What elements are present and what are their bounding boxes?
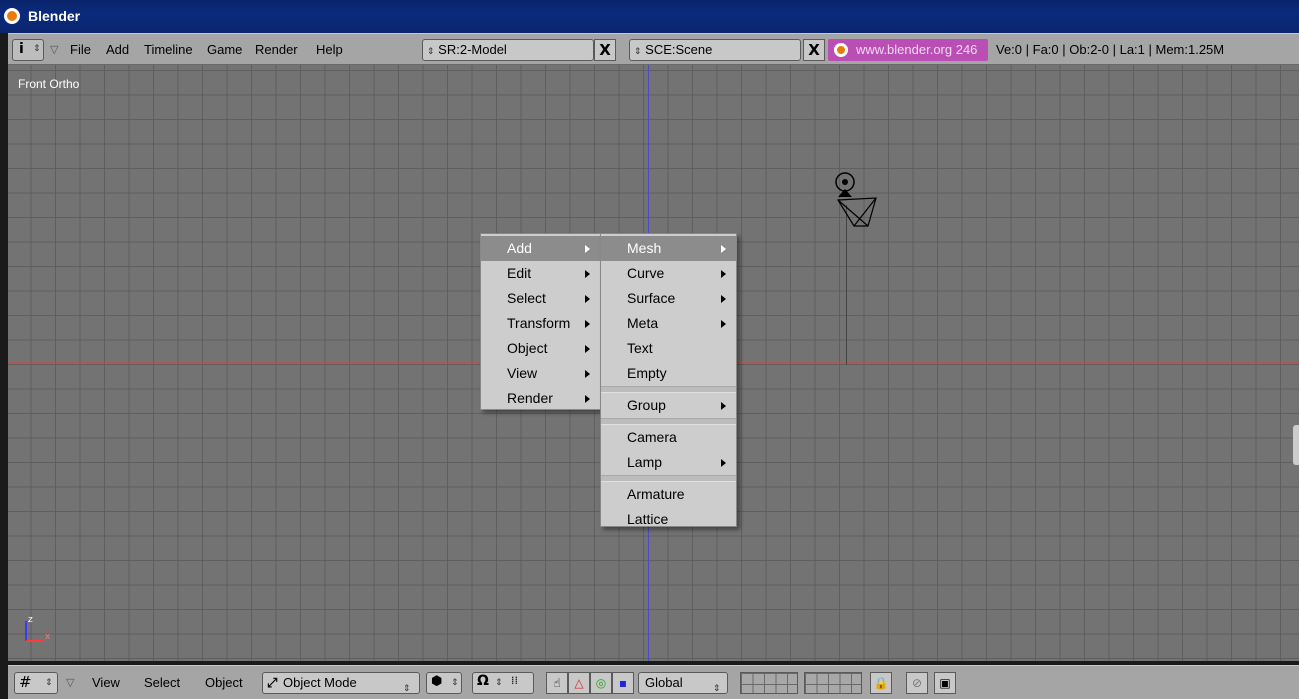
submenu-arrow-icon [585,295,590,303]
layer-buttons-group1[interactable] [740,672,798,694]
menu-select[interactable]: Select [144,672,180,694]
add-item-empty[interactable]: Empty [601,361,736,386]
updown-icon: ⇕ [45,678,53,688]
updown-icon: ⇕ [713,683,721,693]
menu-view[interactable]: View [92,672,120,694]
window-title: Blender [28,8,81,24]
menu-help[interactable]: Help [316,39,343,61]
submenu-arrow-icon [721,245,726,253]
updown-icon: ⇕ [403,683,411,693]
axis-x-label: x [45,632,51,642]
object-mode-icon: ⤢ [267,675,278,690]
toolbox-item-add[interactable]: Add [481,236,600,261]
view-label: Front Ortho [18,77,80,91]
add-item-group[interactable]: Group [601,393,736,418]
submenu-arrow-icon [585,320,590,328]
blender-url-link[interactable]: www.blender.org 246 [828,39,988,61]
editor-type-button[interactable]: # ⇕ [14,672,58,694]
window-titlebar: Blender [0,0,1299,33]
submenu-arrow-icon [721,320,726,328]
menu-file[interactable]: File [70,39,91,61]
collapse-triangle-icon[interactable]: ▽ [66,672,74,694]
add-item-armature[interactable]: Armature [601,482,736,507]
orientation-selector[interactable]: Global ⇕ [638,672,728,694]
add-item-lattice[interactable]: Lattice [601,507,736,532]
submenu-arrow-icon [585,345,590,353]
camera-object-icon[interactable] [830,170,880,232]
editor-type-button[interactable]: i ⇕ [12,39,44,61]
add-item-curve[interactable]: Curve [601,261,736,286]
menu-game[interactable]: Game [207,39,242,61]
scene-selector[interactable]: ⇕ SCE:Scene [629,39,801,61]
add-item-text[interactable]: Text [601,336,736,361]
pivot-button[interactable]: Ω ⇕ ⁞⁞ [472,672,534,694]
updown-icon: ⇕ [427,46,435,56]
blender-logo-icon [834,43,848,57]
add-item-surface[interactable]: Surface [601,286,736,311]
toolbox-item-select[interactable]: Select [481,286,600,311]
menu-render[interactable]: Render [255,39,298,61]
pivot-points-icon: ⁞⁞ [511,674,518,687]
submenu-arrow-icon [585,395,590,403]
add-item-camera[interactable]: Camera [601,425,736,450]
pivot-icon: Ω [477,673,489,689]
submenu-arrow-icon [721,295,726,303]
submenu-arrow-icon [721,459,726,467]
menu-separator [601,475,736,482]
top-header: i ⇕ ▽ File Add Timeline Game Render Help… [8,33,1299,65]
layer-buttons-group2[interactable] [804,672,862,694]
link-icon[interactable]: ⊘ [906,672,928,694]
scale-manipulator-icon[interactable]: ▪ [612,672,634,694]
menu-add[interactable]: Add [106,39,129,61]
toolbox-item-transform[interactable]: Transform [481,311,600,336]
screen-selector[interactable]: ⇕ SR:2-Model [422,39,594,61]
updown-icon: ⇕ [634,46,642,56]
scene-stats: Ve:0 | Fa:0 | Ob:2-0 | La:1 | Mem:1.25M [996,42,1225,57]
hand-transform-icon[interactable]: ☝ [546,672,568,694]
draw-type-button[interactable]: ⬢ ⇕ [426,672,462,694]
submenu-arrow-icon [585,270,590,278]
add-item-mesh[interactable]: Mesh [601,236,736,261]
cube-draw-icon: ⬢ [431,674,443,689]
blender-logo-icon [4,8,20,24]
axis-z-label: z [28,615,33,625]
rotate-manipulator-icon[interactable]: ◎ [590,672,612,694]
add-item-lamp[interactable]: Lamp [601,450,736,475]
submenu-arrow-icon [721,270,726,278]
delete-scene-button[interactable]: X [803,39,825,61]
menu-separator [601,386,736,393]
menu-object[interactable]: Object [205,672,243,694]
grid-icon: # [19,673,32,691]
updown-icon: ⇕ [33,44,41,54]
lock-icon[interactable]: 🔒 [870,672,892,694]
updown-icon: ⇕ [495,678,503,688]
render-preview-icon[interactable]: ▣ [934,672,956,694]
submenu-arrow-icon [585,370,590,378]
bottom-header: # ⇕ ▽ View Select Object ⤢ Object Mode ⇕… [8,665,1299,699]
toolbox-item-edit[interactable]: Edit [481,261,600,286]
collapse-triangle-icon[interactable]: ▽ [50,39,58,61]
add-item-meta[interactable]: Meta [601,311,736,336]
toolbox-item-object[interactable]: Object [481,336,600,361]
translate-manipulator-icon[interactable]: △ [568,672,590,694]
toolbox-item-render[interactable]: Render [481,386,600,411]
info-icon: i [19,41,24,57]
axis-gizmo-icon: z x [25,615,51,642]
submenu-arrow-icon [585,245,590,253]
submenu-arrow-icon [721,402,726,410]
menu-timeline[interactable]: Timeline [144,39,193,61]
updown-icon: ⇕ [451,678,459,688]
menu-separator [601,418,736,425]
delete-screen-button[interactable]: X [594,39,616,61]
mode-selector[interactable]: ⤢ Object Mode ⇕ [262,672,420,694]
panel-edge-handle[interactable] [1293,425,1299,465]
toolbox-menu: Add Edit Select Transform Object View Re… [480,233,601,410]
toolbox-item-view[interactable]: View [481,361,600,386]
add-submenu: Mesh Curve Surface Meta Text Empty Group… [600,233,737,527]
